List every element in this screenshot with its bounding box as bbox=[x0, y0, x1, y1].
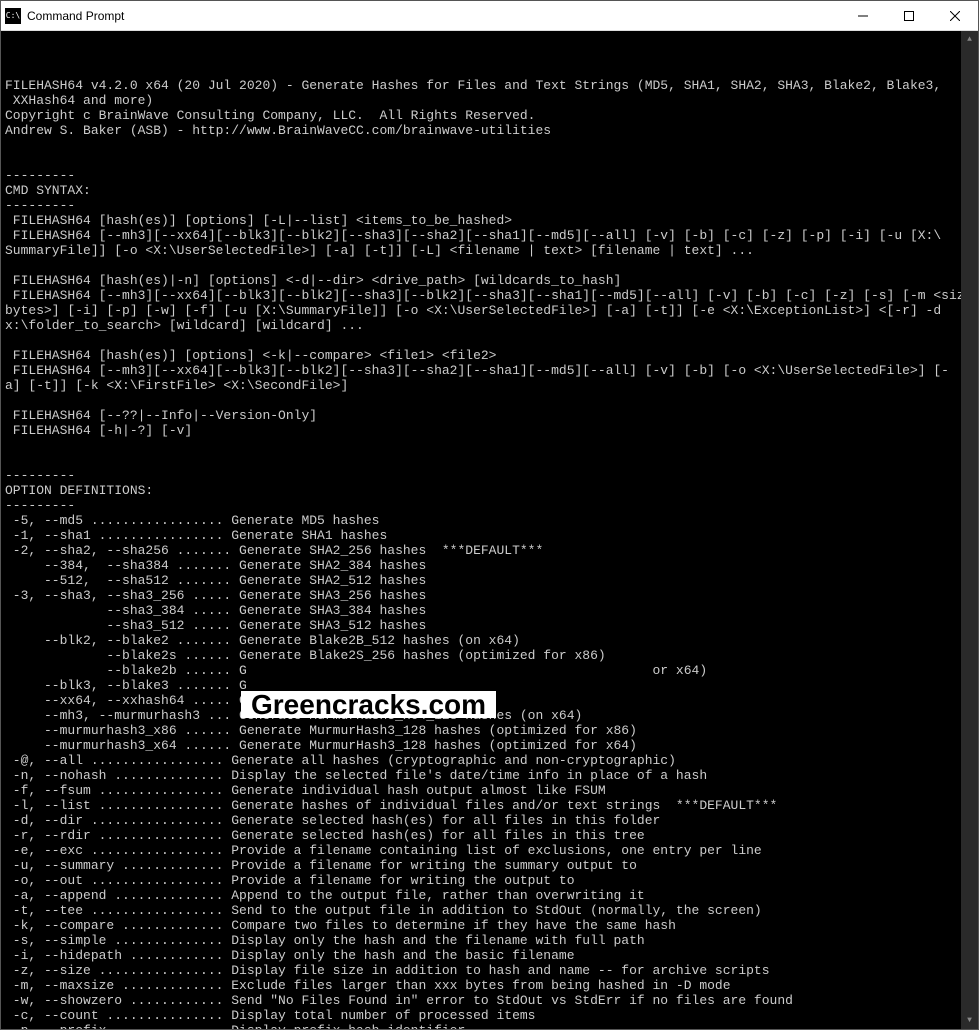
command-prompt-window: C:\ Command Prompt FILEHASH64 v4.2.0 x64… bbox=[0, 0, 979, 1030]
option-row: --sha3_512 ..... Generate SHA3_512 hashe… bbox=[5, 618, 426, 633]
option-row: --murmurhash3_x64 ...... Generate Murmur… bbox=[5, 738, 637, 753]
header-line1: FILEHASH64 v4.2.0 x64 (20 Jul 2020) - Ge… bbox=[5, 78, 941, 93]
option-row: --sha3_384 ..... Generate SHA3_384 hashe… bbox=[5, 603, 426, 618]
option-row: --xx64, --xxhash64 ..... G bbox=[5, 693, 247, 708]
syntax-line: FILEHASH64 [--??|--Info|--Version-Only] bbox=[5, 408, 317, 423]
option-row: -5, --md5 ................. Generate MD5… bbox=[5, 513, 379, 528]
option-row: -t, --tee ................. Send to the … bbox=[5, 903, 762, 918]
option-row: -m, --maxsize ............. Exclude file… bbox=[5, 978, 731, 993]
syntax-line: a] [-t]] [-k <X:\FirstFile> <X:\SecondFi… bbox=[5, 378, 348, 393]
separator: --------- bbox=[5, 468, 75, 483]
scrollbar-track[interactable] bbox=[961, 48, 978, 1012]
syntax-line: FILEHASH64 [hash(es)] [options] [-L|--li… bbox=[5, 213, 512, 228]
separator: --------- bbox=[5, 498, 75, 513]
syntax-title: CMD SYNTAX: bbox=[5, 183, 91, 198]
window-controls bbox=[840, 1, 978, 31]
option-row: -d, --dir ................. Generate sel… bbox=[5, 813, 660, 828]
syntax-line: SummaryFile]] [-o <X:\UserSelectedFile>]… bbox=[5, 243, 754, 258]
syntax-line: FILEHASH64 [hash(es)|-n] [options] <-d|-… bbox=[5, 273, 621, 288]
maximize-button[interactable] bbox=[886, 1, 932, 31]
separator: --------- bbox=[5, 168, 75, 183]
option-row: --blk2, --blake2 ....... Generate Blake2… bbox=[5, 633, 520, 648]
option-row: -r, --rdir ................ Generate sel… bbox=[5, 828, 645, 843]
watermark-overlay: Greencracks.com bbox=[241, 691, 496, 718]
syntax-line: FILEHASH64 [-h|-?] [-v] bbox=[5, 423, 192, 438]
scroll-up-arrow[interactable]: ▲ bbox=[961, 31, 978, 48]
option-row: -w, --showzero ............ Send "No Fil… bbox=[5, 993, 793, 1008]
options-title: OPTION DEFINITIONS: bbox=[5, 483, 153, 498]
option-row: -z, --size ................ Display file… bbox=[5, 963, 770, 978]
syntax-line: FILEHASH64 [hash(es)] [options] <-k|--co… bbox=[5, 348, 496, 363]
option-row: -c, --count ............... Display tota… bbox=[5, 1008, 536, 1023]
header-line2: XXHash64 and more) bbox=[5, 93, 153, 108]
option-row: --blake2s ...... Generate Blake2S_256 ha… bbox=[5, 648, 606, 663]
option-row: -p, --prefix .............. Display pref… bbox=[5, 1023, 465, 1029]
header-copyright: Copyright c BrainWave Consulting Company… bbox=[5, 108, 536, 123]
vertical-scrollbar[interactable]: ▲ ▼ bbox=[961, 31, 978, 1029]
option-row: -o, --out ................. Provide a fi… bbox=[5, 873, 575, 888]
option-row: -1, --sha1 ................ Generate SHA… bbox=[5, 528, 387, 543]
option-row: -l, --list ................ Generate has… bbox=[5, 798, 777, 813]
option-row: -@, --all ................. Generate all… bbox=[5, 753, 676, 768]
titlebar: C:\ Command Prompt bbox=[1, 1, 978, 31]
option-row: -e, --exc ................. Provide a fi… bbox=[5, 843, 762, 858]
option-row: -u, --summary ............. Provide a fi… bbox=[5, 858, 637, 873]
syntax-line: x:\folder_to_search> [wildcard] [wildcar… bbox=[5, 318, 364, 333]
syntax-line: FILEHASH64 [--mh3][--xx64][--blk3][--blk… bbox=[5, 228, 941, 243]
option-row: -s, --simple .............. Display only… bbox=[5, 933, 645, 948]
terminal-area[interactable]: FILEHASH64 v4.2.0 x64 (20 Jul 2020) - Ge… bbox=[1, 31, 978, 1029]
option-row: -i, --hidepath ............ Display only… bbox=[5, 948, 575, 963]
separator: --------- bbox=[5, 198, 75, 213]
option-row: --384, --sha384 ....... Generate SHA2_38… bbox=[5, 558, 426, 573]
terminal-output: FILEHASH64 v4.2.0 x64 (20 Jul 2020) - Ge… bbox=[5, 63, 974, 1029]
option-row: -3, --sha3, --sha3_256 ..... Generate SH… bbox=[5, 588, 426, 603]
syntax-line: FILEHASH64 [--mh3][--xx64][--blk3][--blk… bbox=[5, 288, 978, 303]
window-title: Command Prompt bbox=[27, 9, 840, 23]
option-row: -n, --nohash .............. Display the … bbox=[5, 768, 707, 783]
header-author: Andrew S. Baker (ASB) - http://www.Brain… bbox=[5, 123, 551, 138]
close-button[interactable] bbox=[932, 1, 978, 31]
option-row: -k, --compare ............. Compare two … bbox=[5, 918, 676, 933]
option-row: --blk3, --blake3 ....... G bbox=[5, 678, 247, 693]
syntax-line: bytes>] [-i] [-p] [-w] [-f] [-u [X:\Summ… bbox=[5, 303, 949, 318]
syntax-line: FILEHASH64 [--mh3][--xx64][--blk3][--blk… bbox=[5, 363, 949, 378]
option-row: -f, --fsum ................ Generate ind… bbox=[5, 783, 606, 798]
option-row: --blake2b ...... G or x64) bbox=[5, 663, 707, 678]
minimize-button[interactable] bbox=[840, 1, 886, 31]
scroll-down-arrow[interactable]: ▼ bbox=[961, 1012, 978, 1029]
option-row: -2, --sha2, --sha256 ....... Generate SH… bbox=[5, 543, 543, 558]
option-row: --murmurhash3_x86 ...... Generate Murmur… bbox=[5, 723, 637, 738]
option-row: -a, --append .............. Append to th… bbox=[5, 888, 645, 903]
option-row: --512, --sha512 ....... Generate SHA2_51… bbox=[5, 573, 426, 588]
app-icon: C:\ bbox=[5, 8, 21, 24]
